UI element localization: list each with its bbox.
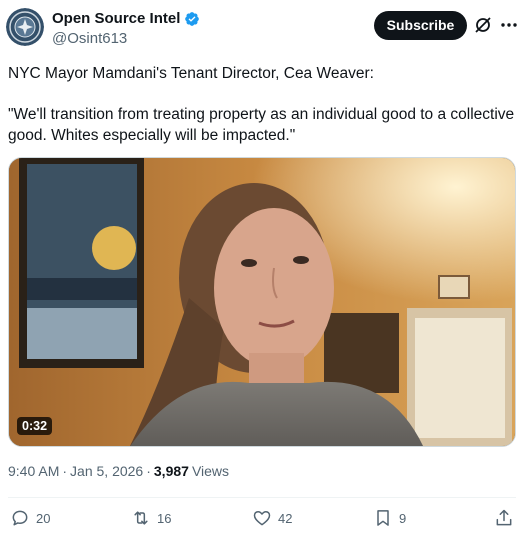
- views-label: Views: [191, 463, 230, 479]
- reply-count: 20: [36, 510, 51, 526]
- like-button[interactable]: 42: [252, 508, 292, 528]
- video-duration-badge: 0:32: [17, 417, 53, 435]
- share-icon: [496, 509, 512, 526]
- grok-icon[interactable]: [474, 16, 492, 34]
- more-icon[interactable]: [500, 14, 518, 36]
- bookmark-button[interactable]: 9: [373, 508, 406, 528]
- repost-icon: [134, 511, 148, 525]
- repost-button[interactable]: 16: [131, 508, 171, 528]
- handle[interactable]: @Osint613: [52, 30, 127, 47]
- bookmark-count: 9: [399, 510, 407, 526]
- avatar[interactable]: [6, 8, 44, 46]
- tweet-text-quote: "We'll transition from treating property…: [8, 106, 515, 144]
- share-button[interactable]: [494, 508, 514, 528]
- tweet-time[interactable]: 9:40 AM: [8, 463, 59, 479]
- like-icon: [253, 511, 271, 526]
- meta-separator: ·: [62, 463, 68, 479]
- video-player[interactable]: [8, 157, 516, 447]
- repost-count: 16: [157, 510, 172, 526]
- subscribe-button[interactable]: Subscribe: [374, 11, 467, 40]
- verified-badge-icon[interactable]: [184, 11, 200, 27]
- like-count: 42: [278, 510, 293, 526]
- display-name[interactable]: Open Source Intel: [52, 10, 180, 27]
- views-count: 3,987: [153, 463, 189, 479]
- author-name-row[interactable]: Open Source Intel: [52, 10, 200, 27]
- reply-button[interactable]: 20: [10, 508, 50, 528]
- meta-separator: ·: [146, 463, 151, 479]
- reply-icon: [12, 510, 28, 526]
- tweet-text-line1: NYC Mayor Mamdani's Tenant Director, Cea…: [8, 65, 374, 82]
- divider: [8, 497, 516, 498]
- tweet-card: Open Source Intel @Osint613 Subscribe NY…: [0, 0, 532, 546]
- bookmark-icon: [377, 510, 389, 526]
- tweet-meta: 9:40 AM · Jan 5, 2026 · 3,987 Views: [8, 463, 229, 479]
- video-frame: [9, 158, 515, 446]
- tweet-date[interactable]: Jan 5, 2026: [70, 463, 143, 479]
